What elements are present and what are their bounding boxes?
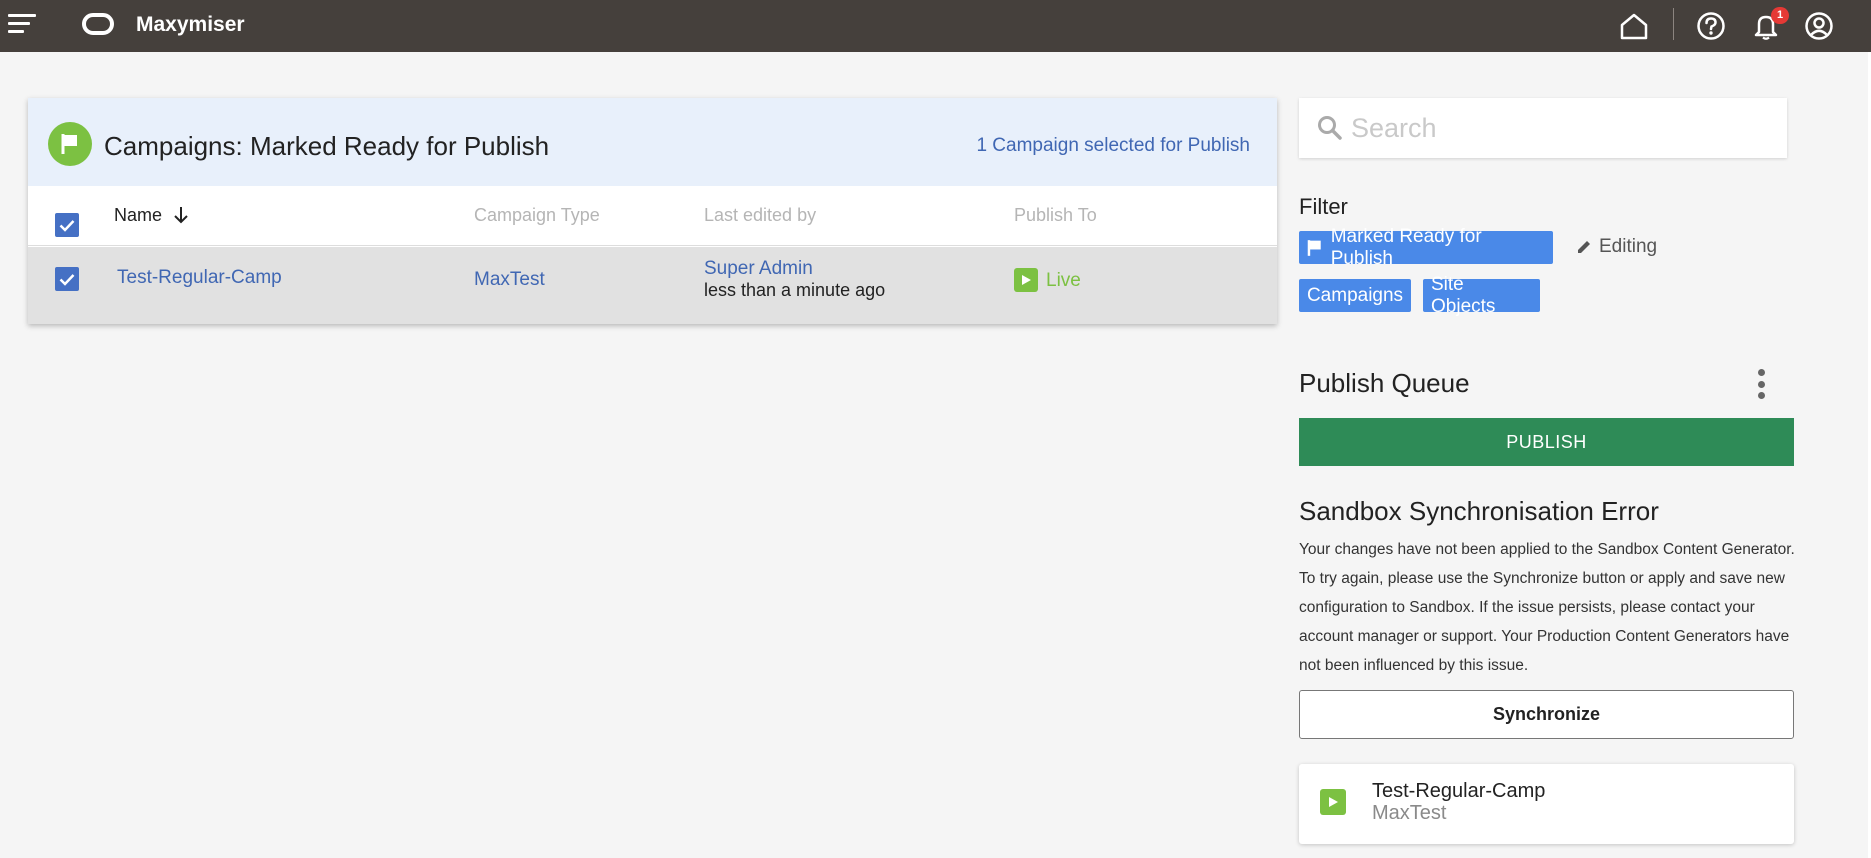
home-icon[interactable] [1616,8,1652,44]
queue-item-name: Test-Regular-Camp [1372,780,1546,802]
app-title: Maxymiser [136,13,245,36]
filter-chip-marked-ready[interactable]: Marked Ready for Publish [1299,226,1553,269]
menu-icon[interactable] [8,12,38,36]
flag-icon [48,122,92,166]
campaign-type-link[interactable]: MaxTest [474,269,545,291]
search-box [1299,98,1787,158]
user-account-icon[interactable] [1801,8,1837,44]
column-header-name[interactable]: Name [114,205,189,226]
publish-button[interactable]: PUBLISH [1299,418,1794,466]
pencil-icon [1578,241,1590,253]
selected-count-text: 1 Campaign selected for Publish [976,135,1250,156]
campaigns-card-header: Campaigns: Marked Ready for Publish 1 Ca… [28,98,1277,186]
more-options-icon[interactable] [1750,366,1772,402]
queue-item-type: MaxTest [1372,802,1447,824]
sync-error-message: Your changes have not been applied to th… [1299,541,1795,674]
filter-editing[interactable]: Editing [1575,236,1657,258]
column-header-last-edited[interactable]: Last edited by [704,205,816,226]
notification-badge: 1 [1771,7,1789,24]
column-header-campaign-type[interactable]: Campaign Type [474,205,600,226]
oracle-logo-icon [82,13,114,35]
campaign-name-link[interactable]: Test-Regular-Camp [117,267,282,289]
sort-arrow-down-icon[interactable] [173,206,189,224]
campaigns-title: Campaigns: Marked Ready for Publish [104,131,550,161]
top-bar: Maxymiser 1 [0,0,1871,52]
search-input[interactable] [1351,108,1771,148]
queue-item[interactable]: Test-Regular-Camp MaxTest [1299,764,1794,844]
topbar-divider [1673,8,1674,40]
column-header-publish-to[interactable]: Publish To [1014,205,1097,226]
editor-name-link[interactable]: Super Admin [704,258,813,280]
search-icon [1318,116,1342,140]
row-checkbox[interactable] [55,267,79,291]
edited-time: less than a minute ago [704,280,886,300]
select-all-checkbox[interactable] [55,213,79,237]
sync-error-title: Sandbox Synchronisation Error [1299,496,1659,526]
live-play-icon [1320,789,1346,815]
publish-to-live: Live [1046,270,1081,291]
filter-chip-campaigns[interactable]: Campaigns [1299,279,1411,312]
help-icon[interactable] [1693,8,1729,44]
publish-queue-title: Publish Queue [1299,368,1470,398]
synchronize-button[interactable]: Synchronize [1299,690,1794,739]
filter-chip-site-objects[interactable]: Site Objects [1423,274,1540,317]
live-play-icon [1014,268,1038,292]
flag-icon [1307,239,1321,256]
table-header: Name Campaign Type Last edited by Publis… [28,186,1277,246]
filter-label: Filter [1299,194,1348,219]
